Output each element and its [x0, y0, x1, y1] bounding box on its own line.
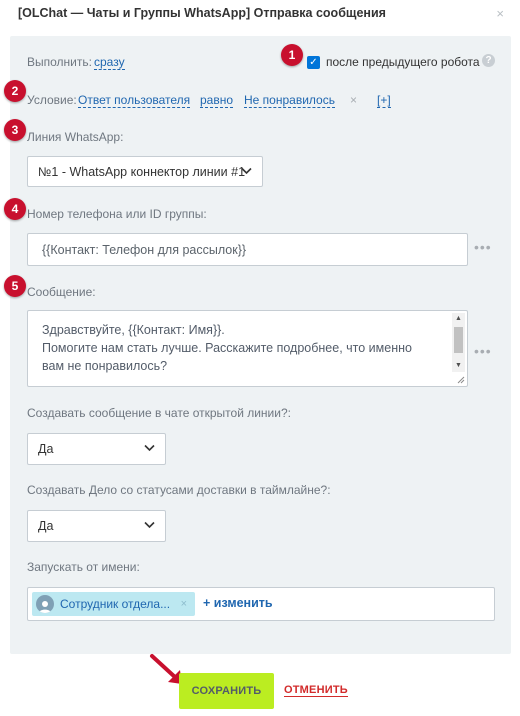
message-line-3: вам не понравилось? [42, 359, 168, 373]
create-task-label: Создавать Дело со статусами доставки в т… [27, 483, 331, 497]
scroll-thumb[interactable] [454, 327, 463, 353]
avatar [36, 595, 54, 613]
phone-value: {{Контакт: Телефон для рассылок}} [42, 242, 247, 257]
create-in-chat-value: Да [38, 442, 54, 456]
message-textarea[interactable]: Здравствуйте, {{Контакт: Имя}}. Помогите… [27, 310, 468, 387]
create-in-chat-select[interactable]: Да [27, 433, 166, 465]
chevron-down-icon [241, 167, 252, 174]
execute-timing-link[interactable]: сразу [94, 55, 125, 70]
help-icon[interactable]: ? [482, 54, 495, 67]
save-button[interactable]: СОХРАНИТЬ [179, 673, 274, 709]
run-as-selector: Сотрудник отдела... × + изменить [27, 587, 495, 621]
change-user-link[interactable]: + изменить [203, 596, 273, 610]
message-line-1: Здравствуйте, {{Контакт: Имя}}. [42, 323, 225, 337]
create-task-value: Да [38, 519, 54, 533]
execute-label: Выполнить: [27, 55, 92, 69]
message-line-2: Помогите нам стать лучше. Расскажите под… [42, 341, 412, 355]
message-more-icon[interactable]: ••• [474, 343, 492, 359]
dialog-title: [OLChat — Чаты и Группы WhatsApp] Отправ… [18, 6, 386, 20]
phone-label: Номер телефона или ID группы: [27, 207, 207, 221]
whatsapp-line-select[interactable]: №1 - WhatsApp коннектор линии #1 [27, 156, 263, 187]
scroll-down-icon[interactable]: ▼ [452, 360, 465, 372]
whatsapp-line-label: Линия WhatsApp: [27, 130, 124, 144]
badge-4: 4 [4, 198, 26, 220]
user-chip[interactable]: Сотрудник отдела... × [32, 592, 195, 616]
condition-remove-icon[interactable]: × [350, 93, 357, 107]
create-in-chat-label: Создавать сообщение в чате открытой лини… [27, 406, 291, 420]
resize-grip-icon[interactable] [455, 374, 465, 384]
after-robot-checkbox[interactable]: ✓ [307, 56, 320, 69]
condition-operator-link[interactable]: равно [200, 93, 234, 108]
scroll-up-icon[interactable]: ▲ [452, 313, 465, 325]
condition-field-link[interactable]: Ответ пользователя [78, 93, 191, 108]
badge-5: 5 [4, 275, 26, 297]
run-as-label: Запускать от имени: [27, 560, 140, 574]
message-scrollbar[interactable]: ▲ ▼ [452, 313, 465, 372]
condition-add-link[interactable]: [+] [377, 93, 391, 108]
chevron-down-icon [144, 521, 155, 529]
after-robot-label: после предыдущего робота [326, 55, 480, 69]
badge-2: 2 [4, 80, 26, 102]
phone-more-icon[interactable]: ••• [474, 239, 492, 255]
message-label: Сообщение: [27, 285, 96, 299]
condition-value-link[interactable]: Не понравилось [244, 93, 335, 108]
whatsapp-line-value: №1 - WhatsApp коннектор линии #1 [38, 164, 246, 179]
cancel-button[interactable]: ОТМЕНИТЬ [284, 684, 348, 697]
chevron-down-icon [144, 444, 155, 452]
user-chip-label: Сотрудник отдела... [60, 597, 171, 611]
close-icon[interactable]: × [496, 6, 504, 21]
badge-1: 1 [281, 44, 303, 66]
condition-label: Условие: [27, 93, 77, 107]
user-icon [39, 601, 51, 613]
phone-input[interactable]: {{Контакт: Телефон для рассылок}} [27, 233, 468, 266]
user-chip-remove-icon[interactable]: × [181, 598, 187, 610]
badge-3: 3 [4, 119, 26, 141]
create-task-select[interactable]: Да [27, 510, 166, 542]
